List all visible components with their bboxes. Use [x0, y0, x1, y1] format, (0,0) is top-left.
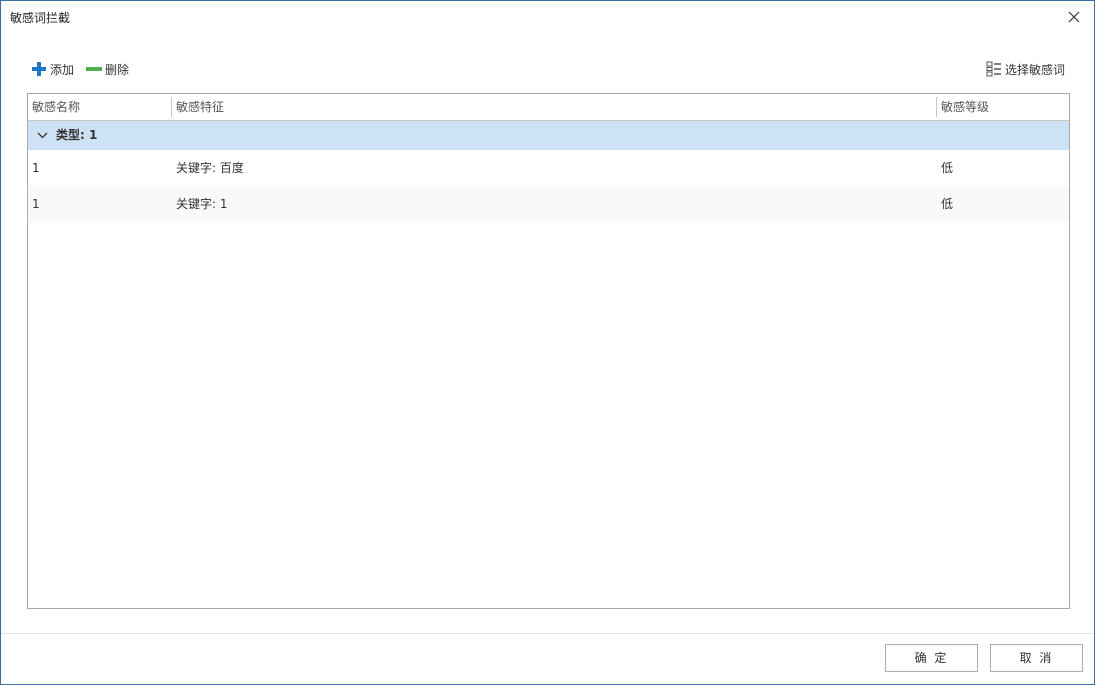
window-title: 敏感词拦截 [10, 11, 71, 25]
group-row[interactable]: 类型: 1 [28, 121, 1069, 150]
close-icon [1068, 11, 1080, 23]
sensitive-words-grid: 敏感名称 敏感特征 敏感等级 类型: 1 1 关键字: 百度 低 1 关键字: … [27, 93, 1070, 609]
column-header-feature[interactable]: 敏感特征 [172, 94, 937, 120]
cell-level: 低 [941, 197, 954, 211]
table-row[interactable]: 1 关键字: 1 低 [28, 186, 1069, 222]
add-button[interactable]: 添加 [31, 59, 74, 79]
cell-name: 1 [32, 197, 40, 211]
select-sensitive-words-label: 选择敏感词 [1004, 62, 1065, 77]
add-button-label: 添加 [50, 62, 75, 77]
chevron-down-icon[interactable] [37, 130, 48, 144]
cell-feature: 关键字: 百度 [176, 161, 244, 175]
delete-button-label: 删除 [105, 62, 130, 77]
table-row[interactable]: 1 关键字: 百度 低 [28, 150, 1069, 186]
cancel-button[interactable]: 取 消 [990, 644, 1083, 672]
cell-name: 1 [32, 161, 40, 175]
column-header-name[interactable]: 敏感名称 [28, 94, 172, 120]
list-icon [986, 61, 1002, 77]
toolbar: 添加 删除 选择敏感词 [1, 57, 1094, 81]
footer-divider [1, 633, 1094, 634]
dialog-window: 敏感词拦截 添加 删除 选择敏感词 敏感名称 敏感特征 敏感等级 类型: 1 1… [0, 0, 1095, 685]
minus-icon [86, 61, 102, 77]
column-header-level[interactable]: 敏感等级 [937, 94, 1069, 120]
group-label: 类型: 1 [56, 128, 98, 142]
ok-button[interactable]: 确 定 [885, 644, 978, 672]
close-button[interactable] [1062, 5, 1086, 29]
plus-icon [31, 61, 47, 77]
title-bar: 敏感词拦截 [1, 1, 1094, 33]
delete-button[interactable]: 删除 [86, 59, 129, 79]
cell-feature: 关键字: 1 [176, 197, 228, 211]
select-sensitive-words-button[interactable]: 选择敏感词 [986, 59, 1065, 79]
cell-level: 低 [941, 161, 954, 175]
grid-header: 敏感名称 敏感特征 敏感等级 [28, 94, 1069, 121]
